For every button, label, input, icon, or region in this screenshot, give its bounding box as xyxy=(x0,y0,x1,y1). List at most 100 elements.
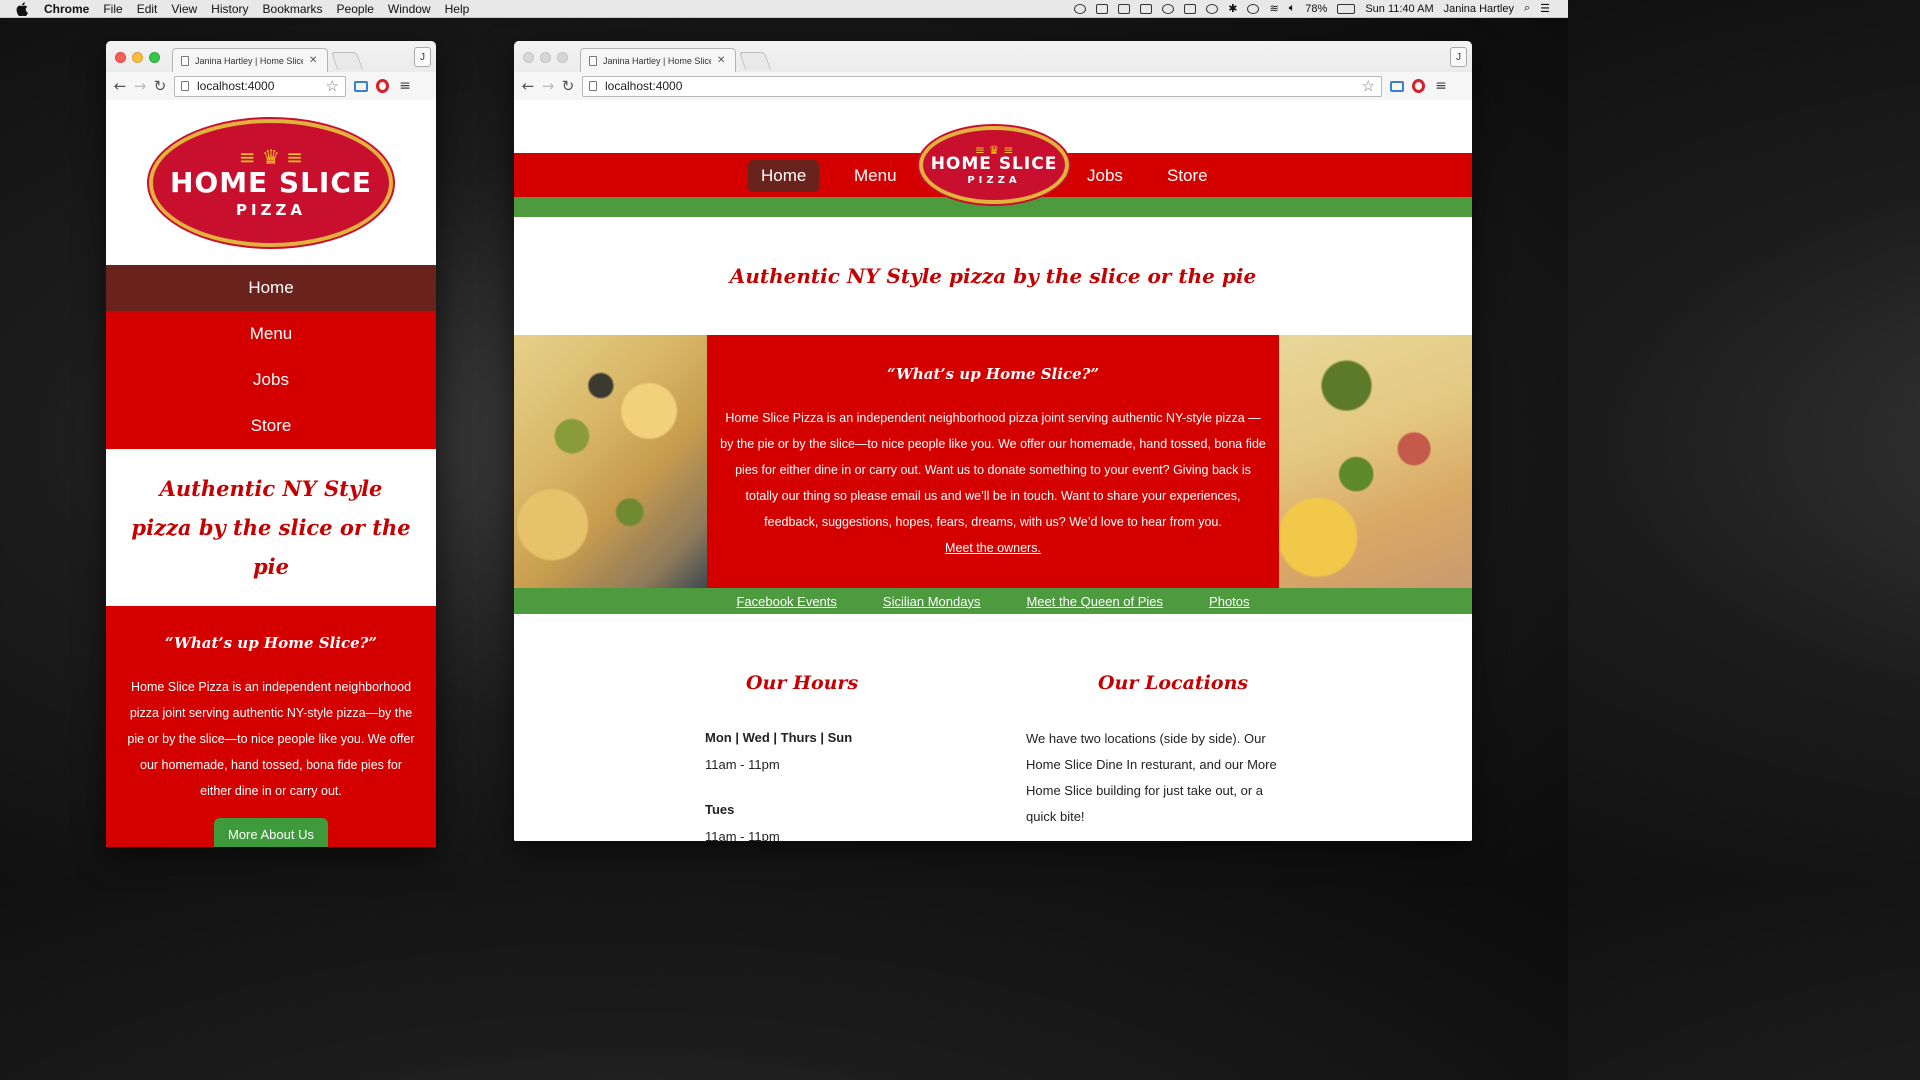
webpage-desktop: Home Menu ≡ ♛ ≡ HOME SLICE PIZZA Jobs St… xyxy=(514,100,1472,841)
browser-tab[interactable]: Janina Hartley | Home Slice ✕ xyxy=(172,48,328,72)
linkedin-icon[interactable] xyxy=(1140,3,1153,14)
volume-icon[interactable]: 🔈︎ xyxy=(1289,2,1296,15)
menubar-history[interactable]: History xyxy=(211,2,248,16)
browser-titlebar: Janina Hartley | Home Slice ✕ J ← → ↻ lo… xyxy=(106,41,436,100)
reload-icon[interactable]: ↻ xyxy=(150,77,170,95)
address-bar[interactable]: localhost:4000 ☆ xyxy=(582,75,1382,97)
nav-store[interactable]: Store xyxy=(106,403,436,449)
locations-text: We have two locations (side by side). Ou… xyxy=(1026,731,1277,824)
nav-menu[interactable]: Menu xyxy=(841,160,910,192)
minimize-window-button[interactable] xyxy=(132,52,143,63)
chrome-menu-icon[interactable]: ≡ xyxy=(397,78,413,94)
airplay-icon[interactable] xyxy=(1184,3,1197,14)
opera-extension-icon[interactable] xyxy=(1412,79,1425,93)
profile-button[interactable]: J xyxy=(1450,47,1467,67)
home-slice-logo[interactable]: ≡ ♛ ≡ HOME SLICE PIZZA xyxy=(149,118,393,247)
tab-title: Janina Hartley | Home Slice xyxy=(603,55,711,66)
chrome-menu-icon[interactable]: ≡ xyxy=(1433,78,1449,94)
menubar-app-name[interactable]: Chrome xyxy=(44,2,89,16)
page-icon xyxy=(181,81,189,91)
tagline: Authentic NY Style pizza by the slice or… xyxy=(729,264,1257,288)
about-hero: “What’s up Home Slice?” Home Slice Pizza… xyxy=(514,335,1472,588)
meet-owners-link[interactable]: Meet the owners. xyxy=(945,541,1041,555)
home-slice-logo[interactable]: ≡ ♛ ≡ HOME SLICE PIZZA xyxy=(919,126,1069,204)
spotlight-icon[interactable]: ⌕ xyxy=(1524,2,1530,15)
dropbox-icon[interactable] xyxy=(1162,3,1175,14)
bookmark-star-icon[interactable]: ☆ xyxy=(1362,77,1375,95)
close-window-button[interactable] xyxy=(115,52,126,63)
menubar-window[interactable]: Window xyxy=(388,2,431,16)
menubar-help[interactable]: Help xyxy=(445,2,470,16)
nav-jobs[interactable]: Jobs xyxy=(106,357,436,403)
browser-tab[interactable]: Janina Hartley | Home Slice ✕ xyxy=(580,48,736,72)
macos-menubar: Chrome File Edit View History Bookmarks … xyxy=(0,0,1568,18)
notification-center-icon[interactable]: ☰ xyxy=(1540,2,1550,15)
menubar-clock[interactable]: Sun 11:40 AM xyxy=(1365,3,1433,15)
menubar-bookmarks[interactable]: Bookmarks xyxy=(263,2,323,16)
battery-icon[interactable] xyxy=(1337,3,1356,14)
nav-menu[interactable]: Menu xyxy=(106,311,436,357)
more-about-us-button[interactable]: More About Us xyxy=(214,818,328,847)
hours-days-1: Mon | Wed | Thurs | Sun xyxy=(705,730,853,745)
profile-button[interactable]: J xyxy=(414,47,431,67)
accessibility-icon[interactable] xyxy=(1206,3,1219,14)
site-header: ≡ ♛ ≡ HOME SLICE PIZZA xyxy=(106,100,436,265)
link-sicilian-mondays[interactable]: Sicilian Mondays xyxy=(883,594,981,609)
address-url[interactable]: localhost:4000 xyxy=(605,79,1354,93)
menubar-file[interactable]: File xyxy=(103,2,122,16)
creative-cloud-icon[interactable] xyxy=(1074,3,1087,14)
bluetooth-icon[interactable]: ✱ xyxy=(1228,2,1237,15)
nav-store[interactable]: Store xyxy=(1154,160,1221,192)
address-bar[interactable]: localhost:4000 ☆ xyxy=(174,75,346,97)
close-window-button[interactable] xyxy=(523,52,534,63)
opera-extension-icon[interactable] xyxy=(376,79,389,93)
nav-jobs[interactable]: Jobs xyxy=(1074,160,1136,192)
about-heading: “What’s up Home Slice?” xyxy=(164,634,378,652)
minimize-window-button[interactable] xyxy=(540,52,551,63)
about-text: Home Slice Pizza is an independent neigh… xyxy=(127,680,415,798)
menubar-view[interactable]: View xyxy=(171,2,197,16)
feature-links-bar: Facebook Events Sicilian Mondays Meet th… xyxy=(514,588,1472,614)
hours-time-1: 11am - 11pm xyxy=(705,757,780,772)
chat-icon[interactable] xyxy=(1118,3,1131,14)
link-queen-of-pies[interactable]: Meet the Queen of Pies xyxy=(1026,594,1163,609)
browser-titlebar: Janina Hartley | Home Slice ✕ J ← → ↻ lo… xyxy=(514,41,1472,100)
zoom-window-button[interactable] xyxy=(149,52,160,63)
link-facebook-events[interactable]: Facebook Events xyxy=(736,594,836,609)
new-tab-button[interactable] xyxy=(330,52,364,70)
reload-icon[interactable]: ↻ xyxy=(558,77,578,95)
back-arrow-icon[interactable]: ← xyxy=(110,77,130,95)
mobile-nav: Home Menu Jobs Store xyxy=(106,265,436,449)
cast-icon[interactable] xyxy=(354,80,368,92)
nav-home[interactable]: Home xyxy=(106,265,436,311)
cast-icon[interactable] xyxy=(1390,80,1404,92)
apple-icon[interactable] xyxy=(16,1,30,16)
forward-arrow-icon[interactable]: → xyxy=(538,77,558,95)
bookmark-star-icon[interactable]: ☆ xyxy=(326,77,339,95)
menubar-people[interactable]: People xyxy=(337,2,374,16)
desktop-nav: Home Menu ≡ ♛ ≡ HOME SLICE PIZZA Jobs St… xyxy=(514,126,1472,204)
new-tab-button[interactable] xyxy=(738,52,772,70)
screen-record-icon[interactable] xyxy=(1096,3,1109,14)
time-machine-icon[interactable] xyxy=(1247,3,1260,14)
forward-arrow-icon[interactable]: → xyxy=(130,77,150,95)
menubar-status-area: ✱ ≋ 🔈︎ 78% Sun 11:40 AM Janina Hartley ⌕… xyxy=(1074,2,1568,15)
menubar-edit[interactable]: Edit xyxy=(137,2,158,16)
hours-time-2: 11am - 11pm xyxy=(705,829,780,841)
close-tab-icon[interactable]: ✕ xyxy=(309,55,317,66)
tab-title: Janina Hartley | Home Slice xyxy=(195,55,303,66)
about-section: “What’s up Home Slice?” Home Slice Pizza… xyxy=(106,606,436,847)
wifi-icon[interactable]: ≋ xyxy=(1269,2,1278,15)
page-icon xyxy=(589,55,597,66)
nav-home[interactable]: Home xyxy=(748,160,820,192)
about-text-body: Home Slice Pizza is an independent neigh… xyxy=(720,411,1266,529)
zoom-window-button[interactable] xyxy=(557,52,568,63)
back-arrow-icon[interactable]: ← xyxy=(518,77,538,95)
menubar-user[interactable]: Janina Hartley xyxy=(1444,3,1514,15)
address-url[interactable]: localhost:4000 xyxy=(197,79,318,93)
battery-percent: 78% xyxy=(1305,2,1328,15)
info-section: Our Hours Our Locations Mon | Wed | Thur… xyxy=(514,614,1472,841)
close-tab-icon[interactable]: ✕ xyxy=(717,55,725,66)
hours-days-2: Tues xyxy=(705,802,735,817)
link-photos[interactable]: Photos xyxy=(1209,594,1249,609)
